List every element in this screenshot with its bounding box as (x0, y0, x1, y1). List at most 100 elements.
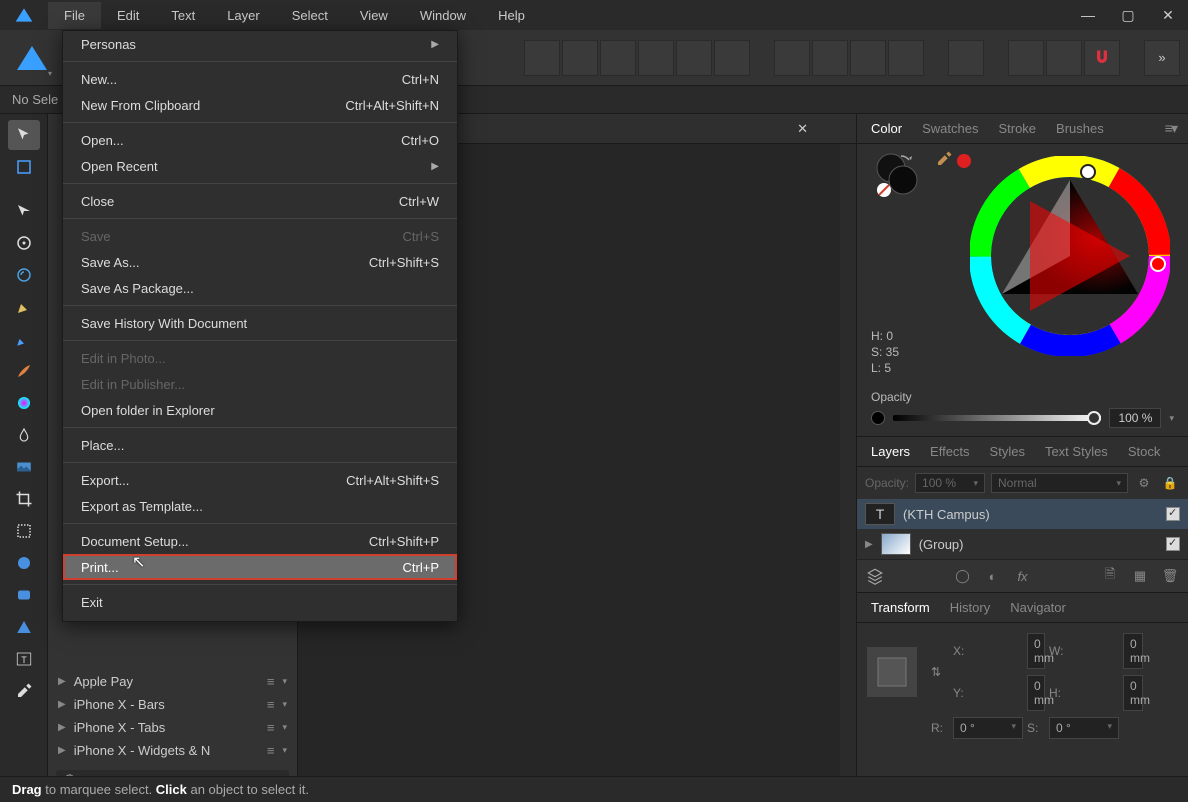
flip-v-button[interactable] (812, 40, 848, 76)
grid-toggle[interactable] (1008, 40, 1044, 76)
place-image-tool[interactable] (8, 452, 40, 482)
tab-navigator[interactable]: Navigator (1002, 596, 1074, 619)
align-right-button[interactable] (600, 40, 636, 76)
vertical-scrollbar[interactable] (840, 144, 856, 780)
shape-tool[interactable] (8, 516, 40, 546)
close-button[interactable]: ✕ (1148, 0, 1188, 30)
asset-menu-icon[interactable]: ≡ (267, 720, 273, 735)
tab-text-styles[interactable]: Text Styles (1037, 440, 1116, 463)
asset-menu-icon[interactable]: ≡ (267, 697, 273, 712)
opacity-slider[interactable] (893, 415, 1101, 421)
tab-stock[interactable]: Stock (1120, 440, 1169, 463)
menu-item-open[interactable]: Open...Ctrl+O (63, 127, 457, 153)
pencil-tool[interactable] (8, 324, 40, 354)
layer-row[interactable]: T(KTH Campus) (857, 499, 1188, 529)
node-tool[interactable] (8, 196, 40, 226)
adjustment-icon[interactable]: ◐ (983, 566, 1003, 586)
move-tool[interactable] (8, 120, 40, 150)
menu-item-open-recent[interactable]: Open Recent▶ (63, 153, 457, 179)
brush-tool[interactable] (8, 356, 40, 386)
corner-tool[interactable] (8, 260, 40, 290)
tab-effects[interactable]: Effects (922, 440, 978, 463)
document-tab-close[interactable]: ✕ (797, 121, 844, 137)
layer-opacity-select[interactable]: 100 %▾ (915, 473, 985, 493)
opacity-knob[interactable] (1087, 411, 1101, 425)
menu-item-save-as-package[interactable]: Save As Package... (63, 275, 457, 301)
menu-item-export[interactable]: Export...Ctrl+Alt+Shift+S (63, 467, 457, 493)
layer-settings-icon[interactable]: ⚙ (1134, 473, 1154, 493)
asset-menu-icon[interactable]: ≡ (267, 674, 273, 689)
transparency-tool[interactable] (8, 420, 40, 450)
tab-swatches[interactable]: Swatches (914, 117, 986, 140)
tab-color[interactable]: Color (863, 117, 910, 140)
triangle-tool[interactable] (8, 612, 40, 642)
delete-layer-icon[interactable]: 🗑 (1160, 566, 1180, 586)
eyedropper-icon[interactable] (935, 150, 953, 171)
layer-lock-icon[interactable]: 🔒 (1160, 473, 1180, 493)
opacity-value[interactable]: 100 % (1109, 408, 1161, 428)
add-pixel-layer-icon[interactable]: ▦ (1130, 566, 1150, 586)
layer-row[interactable]: ▶(Group) (857, 529, 1188, 559)
menu-text[interactable]: Text (155, 2, 211, 29)
tab-stroke[interactable]: Stroke (990, 117, 1044, 140)
rounded-rect-tool[interactable] (8, 580, 40, 610)
text-tool[interactable]: T (8, 644, 40, 674)
tab-history[interactable]: History (942, 596, 998, 619)
menu-file[interactable]: File (48, 2, 101, 29)
align-center-h-button[interactable] (562, 40, 598, 76)
maximize-button[interactable]: ▢ (1108, 0, 1148, 30)
tab-layers[interactable]: Layers (863, 440, 918, 463)
mask-icon[interactable]: ◯ (953, 566, 973, 586)
toolbar-overflow[interactable]: » (1144, 40, 1180, 76)
tab-styles[interactable]: Styles (982, 440, 1033, 463)
asset-category[interactable]: ▶iPhone X - Tabs≡▾ (48, 716, 297, 739)
menu-item-place[interactable]: Place... (63, 432, 457, 458)
transform-x[interactable]: 0 mm (1027, 633, 1045, 669)
align-center-v-button[interactable] (676, 40, 712, 76)
align-left-button[interactable] (524, 40, 560, 76)
rotate-ccw-button[interactable] (850, 40, 886, 76)
persona-switcher[interactable]: ▾ (8, 34, 56, 82)
minimize-button[interactable]: — (1068, 0, 1108, 30)
menu-view[interactable]: View (344, 2, 404, 29)
opacity-dropdown[interactable]: ▾ (1169, 413, 1174, 424)
add-layer-icon[interactable]: 🗎 (1100, 566, 1120, 586)
menu-item-print[interactable]: Print...Ctrl+P (63, 554, 457, 580)
anchor-selector[interactable] (867, 647, 917, 697)
menu-item-exit[interactable]: Exit (63, 589, 457, 615)
transform-s[interactable]: 0 °▾ (1049, 717, 1119, 739)
ellipse-tool[interactable] (8, 548, 40, 578)
color-wheel[interactable] (970, 156, 1170, 359)
tab-transform[interactable]: Transform (863, 596, 938, 619)
transform-y[interactable]: 0 mm (1027, 675, 1045, 711)
menu-item-personas[interactable]: Personas▶ (63, 31, 457, 57)
snapping-toggle[interactable] (1084, 40, 1120, 76)
panel-menu-icon[interactable]: ≡▾ (1159, 120, 1182, 137)
guides-toggle[interactable] (1046, 40, 1082, 76)
rotate-cw-button[interactable] (888, 40, 924, 76)
flip-h-button[interactable] (774, 40, 810, 76)
crop-tool[interactable] (8, 484, 40, 514)
asset-category[interactable]: ▶Apple Pay≡▾ (48, 670, 297, 693)
layer-visibility-checkbox[interactable] (1166, 507, 1180, 521)
transform-r[interactable]: 0 °▾ (953, 717, 1023, 739)
menu-item-new-from-clipboard[interactable]: New From ClipboardCtrl+Alt+Shift+N (63, 92, 457, 118)
link-icon[interactable]: ⇅ (931, 665, 949, 679)
menu-edit[interactable]: Edit (101, 2, 155, 29)
align-top-button[interactable] (638, 40, 674, 76)
arrange-button[interactable] (948, 40, 984, 76)
blend-mode-select[interactable]: Normal▾ (991, 473, 1128, 493)
fill-tool[interactable] (8, 388, 40, 418)
menu-help[interactable]: Help (482, 2, 541, 29)
picker-swatch[interactable] (957, 154, 971, 168)
layer-visibility-checkbox[interactable] (1166, 537, 1180, 551)
artboard-tool[interactable] (8, 152, 40, 182)
fx-icon[interactable]: fx (1013, 566, 1033, 586)
asset-category[interactable]: ▶iPhone X - Widgets & N≡▾ (48, 739, 297, 762)
point-transform-tool[interactable] (8, 228, 40, 258)
transform-w[interactable]: 0 mm (1123, 633, 1143, 669)
menu-layer[interactable]: Layer (211, 2, 276, 29)
menu-item-save-history-with-document[interactable]: Save History With Document (63, 310, 457, 336)
layers-stack-icon[interactable] (865, 566, 885, 586)
menu-item-document-setup[interactable]: Document Setup...Ctrl+Shift+P (63, 528, 457, 554)
